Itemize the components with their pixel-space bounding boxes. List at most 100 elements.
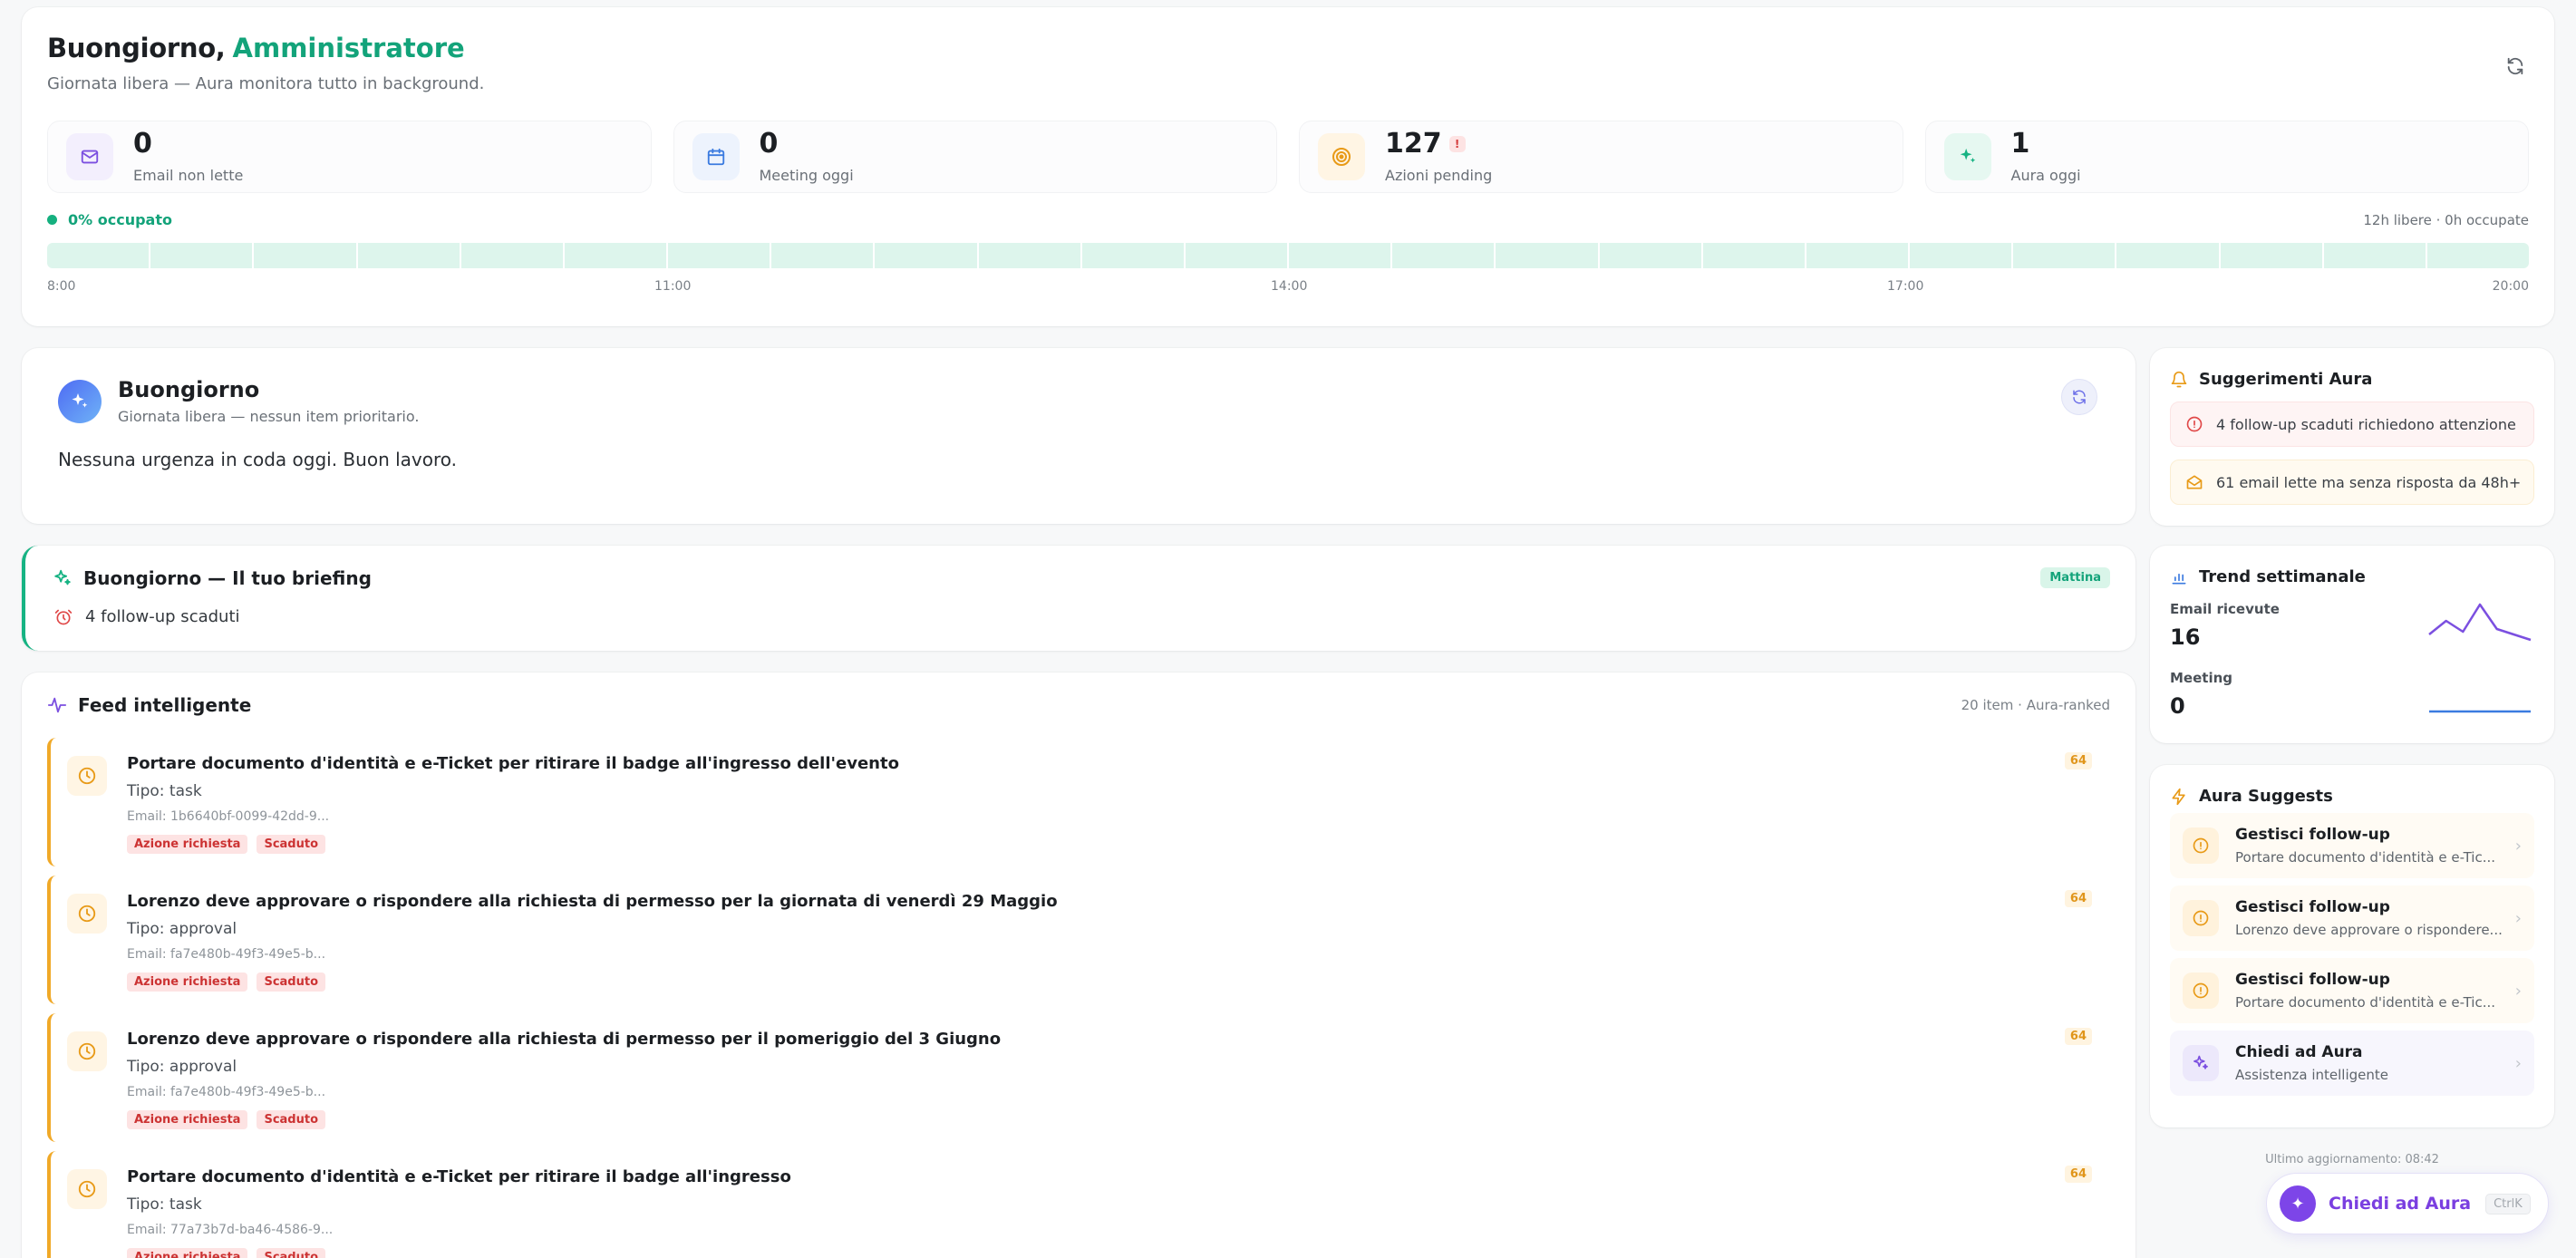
timeline-slot[interactable] [2427, 243, 2529, 268]
feed-item[interactable]: Portare documento d'identità e e-Ticket … [47, 1151, 2110, 1258]
sparkline-path [2428, 603, 2532, 642]
feed-item[interactable]: Lorenzo deve approvare o rispondere alla… [47, 1013, 2110, 1142]
aura-suggest-item[interactable]: Gestisci follow-up Portare documento d'i… [2170, 958, 2534, 1023]
stat-label: Meeting oggi [759, 166, 854, 184]
chevron-right-icon: › [2514, 837, 2522, 856]
trend-row-email: Email ricevute 16 [2170, 601, 2534, 670]
regenerate-button[interactable] [2061, 379, 2097, 415]
timeline-slot[interactable] [1289, 243, 1393, 268]
suggestion-item[interactable]: 4 follow-up scaduti richiedono attenzion… [2170, 402, 2534, 447]
refresh-button[interactable] [2500, 51, 2531, 82]
stat-unread-email[interactable]: 0 Email non lette [47, 121, 652, 193]
morning-message: Nessuna urgenza in coda oggi. Buon lavor… [58, 449, 458, 470]
briefing-card[interactable]: Buongiorno — Il tuo briefing Mattina 4 f… [22, 546, 2135, 651]
lightning-icon [2172, 788, 2185, 805]
timeline-slot[interactable] [875, 243, 979, 268]
timeline-slot[interactable] [2324, 243, 2427, 268]
occupancy-summary: 12h libere · 0h occupate [2363, 211, 2529, 228]
stat-pending-actions[interactable]: 127 ! Azioni pending [1299, 121, 1903, 193]
tag-overdue: Scaduto [257, 973, 326, 992]
aura-suggest-title: Gestisci follow-up [2235, 898, 2390, 916]
aura-suggest-subtitle: Assistenza intelligente [2235, 1067, 2388, 1083]
trend-row-meeting: Meeting 0 [2170, 670, 2534, 739]
day-timeline[interactable] [47, 243, 2529, 268]
morning-subtitle: Giornata libera — nessun item prioritari… [118, 408, 420, 425]
stat-value: 0 [133, 127, 152, 160]
sparkle-icon [58, 379, 102, 423]
sparkle-icon [1943, 133, 1991, 180]
feed-item[interactable]: Portare documento d'identità e e-Ticket … [47, 738, 2110, 866]
timeline-label: 14:00 [1271, 279, 1308, 294]
timeline-slot[interactable] [1496, 243, 1600, 268]
activity-icon [47, 697, 67, 713]
timeline-slot[interactable] [1910, 243, 2014, 268]
ask-aura-label: Chiedi ad Aura [2329, 1194, 2472, 1214]
feed-item-type: Tipo: approval [127, 920, 237, 938]
greeting-row: Buongiorno, Amministratore [47, 33, 2529, 63]
aura-suggests-title: Aura Suggests [2199, 787, 2333, 806]
aura-suggest-item[interactable]: Chiedi ad Aura Assistenza intelligente › [2170, 1031, 2534, 1096]
timeline-slot[interactable] [565, 243, 669, 268]
trend-title: Trend settimanale [2199, 567, 2366, 586]
priority-score: 64 [2064, 752, 2092, 769]
stats-row: 0 Email non lette 0 Meeting oggi 127 ! A… [47, 121, 2529, 193]
stat-meetings-today[interactable]: 0 Meeting oggi [673, 121, 1277, 193]
target-icon [1318, 133, 1365, 180]
feed-item-title: Portare documento d'identità e e-Ticket … [127, 754, 899, 773]
timeline-slot[interactable] [2013, 243, 2117, 268]
stat-value: 1 [2010, 127, 2030, 160]
aura-suggest-item[interactable]: Gestisci follow-up Lorenzo deve approvar… [2170, 885, 2534, 951]
suggestion-text: 4 follow-up scaduti richiedono attenzion… [2216, 415, 2516, 433]
aura-suggest-item[interactable]: Gestisci follow-up Portare documento d'i… [2170, 813, 2534, 878]
priority-score: 64 [2064, 890, 2092, 907]
feed-item[interactable]: Lorenzo deve approvare o rispondere alla… [47, 876, 2110, 1004]
timeline-slot[interactable] [1703, 243, 1806, 268]
stat-value: 0 [759, 127, 779, 160]
timeline-label: 11:00 [654, 279, 692, 294]
timeline-slot[interactable] [2116, 243, 2221, 268]
sparkle-icon [54, 569, 71, 585]
feed-meta: 20 item · Aura-ranked [1961, 697, 2110, 713]
alert-circle-icon [2186, 416, 2203, 432]
aura-suggests-card: Aura Suggests Gestisci follow-up Portare… [2150, 765, 2554, 1127]
timeline-label: 20:00 [2492, 279, 2529, 294]
timeline-slot[interactable] [1186, 243, 1290, 268]
timeline-slot[interactable] [254, 243, 358, 268]
stat-label: Aura oggi [2010, 166, 2081, 184]
timeline-slot[interactable] [1600, 243, 1703, 268]
timeline-slot[interactable] [461, 243, 565, 268]
refresh-icon [2073, 390, 2086, 404]
suggestion-text: 61 email lette ma senza risposta da 48h+ [2216, 473, 2522, 491]
timeline-slot[interactable] [1806, 243, 1911, 268]
stat-label: Email non lette [133, 166, 244, 184]
tag-action-required: Azione richiesta [127, 1110, 248, 1129]
timeline-slot[interactable] [2221, 243, 2324, 268]
priority-score: 64 [2064, 1028, 2092, 1045]
feed-item-title: Lorenzo deve approvare o rispondere alla… [127, 1030, 1002, 1049]
smart-feed-card: Feed intelligente 20 item · Aura-ranked … [22, 673, 2135, 1258]
stat-value: 127 [1385, 127, 1442, 160]
aura-suggest-title: Chiedi ad Aura [2235, 1043, 2363, 1061]
mail-icon [66, 133, 113, 180]
weekly-trend-card: Trend settimanale Email ricevute 16 Meet… [2150, 546, 2554, 743]
timeline-slot[interactable] [1082, 243, 1186, 268]
stat-aura-today[interactable]: 1 Aura oggi [1924, 121, 2529, 193]
timeline-label: 17:00 [1887, 279, 1924, 294]
briefing-item[interactable]: 4 follow-up scaduti [54, 607, 2110, 626]
timeline-slot[interactable] [668, 243, 772, 268]
feed-item-type: Tipo: approval [127, 1058, 237, 1076]
timeline-slot[interactable] [1392, 243, 1496, 268]
suggestion-item[interactable]: 61 email lette ma senza risposta da 48h+ [2170, 460, 2534, 505]
ask-aura-button[interactable]: ✦ Chiedi ad Aura CtrlK [2266, 1173, 2549, 1234]
plus-sparkle-icon: ✦ [2280, 1185, 2316, 1222]
timeline-slot[interactable] [47, 243, 151, 268]
priority-score: 64 [2064, 1166, 2092, 1183]
stat-label: Azioni pending [1385, 166, 1493, 184]
timeline-slot[interactable] [358, 243, 461, 268]
timeline-slot[interactable] [150, 243, 255, 268]
timeline-slot[interactable] [979, 243, 1082, 268]
chevron-right-icon: › [2514, 1054, 2522, 1073]
briefing-period-badge: Mattina [2040, 567, 2110, 588]
aura-suggest-subtitle: Portare documento d'identità e e-Tic... [2235, 849, 2496, 866]
timeline-slot[interactable] [771, 243, 876, 268]
